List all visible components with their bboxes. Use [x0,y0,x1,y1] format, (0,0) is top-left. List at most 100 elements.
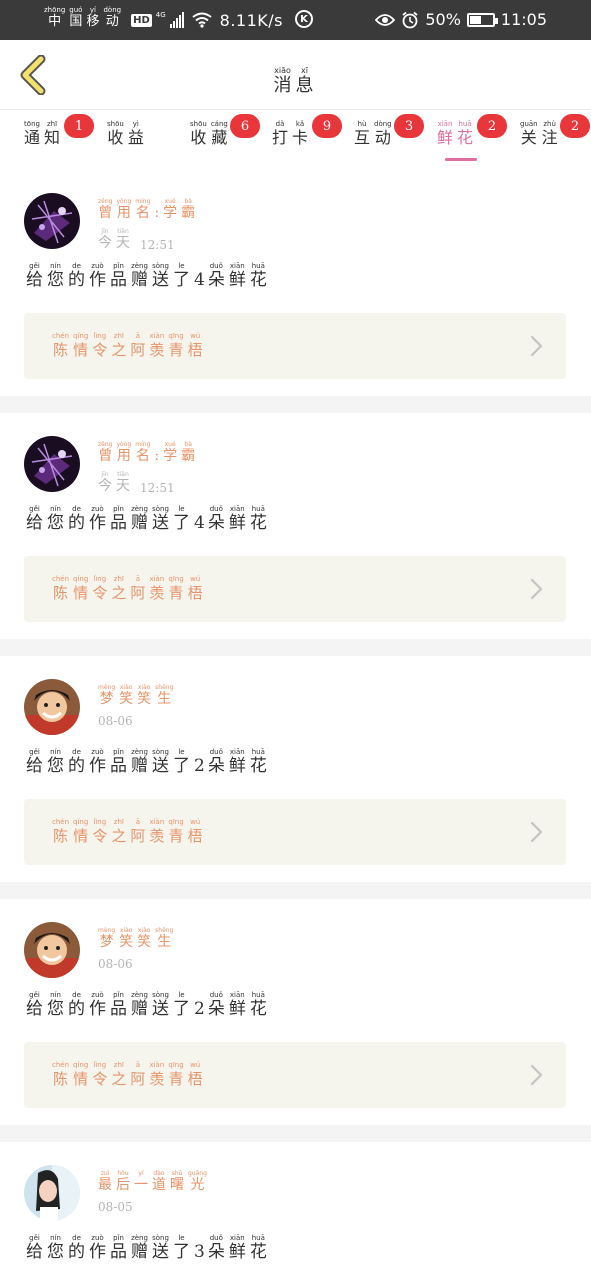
work-link[interactable]: chén 陈 qíng 情 lìng 令 zhī 之 ā 阿 xiàn 羡 qīng 青 wú 梧 [24,799,566,865]
ruby-char: zhī 知 [44,120,60,148]
pinyin: zèng [131,262,148,270]
avatar[interactable] [24,1165,80,1221]
message-text: gěi 给 nín 您 de 的 zuò 作 pǐn 品 zèng 赠 sòng 送 le 了 2 duǒ 朵 xiā… [26,748,271,776]
ruby-char: bà 霸 [181,198,195,222]
pinyin: duǒ [209,991,223,999]
hanzi: 道 [152,1177,166,1193]
ruby-char: yí 移 [86,6,99,29]
ruby-char: qīng 青 [168,818,183,846]
ruby-char: hù 互 [354,120,370,148]
sender-name[interactable]: zēng 曾 yòng 用 míng 名 : xué 学 bà 霸 [98,198,199,222]
flower-count: 3 [194,1242,205,1262]
header: xiāo 消 xī 息 [0,40,591,110]
hanzi: 后 [116,1177,130,1193]
ruby-char: lìng 令 [92,818,107,846]
pinyin: nín [50,748,61,756]
time-value: 08-05 [98,1200,133,1214]
hanzi: 您 [47,513,64,533]
ruby-char: pǐn 品 [110,262,127,290]
hanzi: 羡 [149,827,165,845]
time-value: 08-06 [98,957,133,971]
tab-4[interactable]: hù 互 dòng 动 3 [354,114,424,148]
hanzi: 送 [152,270,169,290]
pinyin: le [178,748,185,756]
hanzi: 笑 [119,934,134,950]
ruby-char: xiàn 羡 [149,332,164,360]
hanzi: 的 [68,999,85,1019]
ruby-char: xiàn 羡 [149,818,164,846]
sender-name[interactable]: zuì 最 hòu 后 yí 一 dào 道 shǔ 曙 guāng 光 [98,1170,211,1194]
avatar[interactable] [24,436,80,492]
ruby-char: wú 梧 [188,1061,203,1089]
ruby-char: nín 您 [47,262,64,290]
ruby-char: zuì 最 [98,1170,112,1194]
hanzi: 的 [68,1242,85,1262]
sender-name[interactable]: zēng 曾 yòng 用 míng 名 : xué 学 bà 霸 [98,441,199,465]
ruby-char: míng 名 [135,441,150,465]
message-time: 08-06 [98,957,133,971]
tab-2[interactable]: shōu 收 cáng 藏 6 [190,114,260,148]
pinyin: shōu [190,120,207,128]
hanzi: 情 [73,584,89,602]
pinyin: lìng [93,332,107,340]
pinyin: de [72,262,81,270]
hanzi: 羡 [149,341,165,359]
ruby-char: de 的 [68,991,85,1019]
pinyin: duǒ [209,262,223,270]
ruby-char: xiān 鲜 [229,991,246,1019]
sender-name[interactable]: mèng 梦 xiào 笑 xiào 笑 shēng 生 [98,684,177,708]
tab-5[interactable]: xiān 鲜 huā 花 2 [437,114,507,148]
chevron-right-icon [530,335,543,357]
work-link[interactable]: chén 陈 qíng 情 lìng 令 zhī 之 ā 阿 xiàn 羡 qīng 青 wú 梧 [24,556,566,622]
hanzi: 动 [105,14,119,29]
avatar[interactable] [24,679,80,735]
tab-6[interactable]: guān 关 zhù 注 2 [520,114,590,148]
hanzi: 赠 [131,513,148,533]
ruby-char: huā 花 [250,262,267,290]
pinyin: xiào [137,927,151,934]
ruby-char: qīng 青 [168,575,183,603]
tab-1[interactable]: shōu 收 yì 益 [107,120,148,148]
hanzi: 羡 [149,1070,165,1088]
tab-0[interactable]: tōng 通 zhī 知 1 [24,114,94,148]
ruby-char: xiān 鲜 [229,748,246,776]
tab-3[interactable]: dǎ 打 kǎ 卡 9 [272,114,342,148]
ruby-char: de 的 [68,505,85,533]
message-card: mèng 梦 xiào 笑 xiào 笑 shēng 生 08-06 gěi 给 nín 您 de 的 zuò… [0,656,591,899]
pinyin: huā [251,505,265,513]
ruby-char: de 的 [68,262,85,290]
hanzi: 曙 [170,1177,184,1193]
pinyin: nín [50,262,61,270]
hanzi: 陈 [53,341,69,359]
hanzi: 花 [249,1242,267,1262]
pinyin: hòu [117,1170,129,1177]
work-link[interactable]: chén 陈 qíng 情 lìng 令 zhī 之 ā 阿 xiàn 羡 qīng 青 wú 梧 [24,313,566,379]
pinyin: gěi [29,1234,40,1242]
hanzi: 名 [135,448,150,464]
pinyin: zuò [91,505,104,513]
pinyin: de [72,748,81,756]
pinyin: chén [52,332,70,340]
hanzi: 移 [86,14,100,29]
sender-name[interactable]: mèng 梦 xiào 笑 xiào 笑 shēng 生 [98,927,177,951]
hanzi: 互 [354,128,371,147]
pinyin: zuò [91,1234,104,1242]
hanzi: 了 [173,1242,190,1262]
hanzi: 鲜 [437,128,454,147]
pinyin: tiān [117,471,129,478]
ruby-char: zhī 之 [111,1061,126,1089]
hanzi: 花 [249,756,267,776]
chevron-right-icon [530,821,543,843]
ruby-char: zèng 赠 [131,505,148,533]
hanzi: 情 [73,341,89,359]
avatar[interactable] [24,922,80,978]
avatar[interactable] [24,193,80,249]
work-link[interactable]: chén 陈 qíng 情 lìng 令 zhī 之 ā 阿 xiàn 羡 qīng 青 wú 梧 [24,1042,566,1108]
wifi-icon [192,12,212,28]
pinyin: qīng [168,332,184,340]
pinyin: xiào [137,684,151,691]
hanzi: 天 [116,478,130,494]
pinyin: xiān [229,748,245,756]
battery-icon [466,12,498,27]
message-time: jīn 今 tiān 天 12:51 [98,228,175,252]
